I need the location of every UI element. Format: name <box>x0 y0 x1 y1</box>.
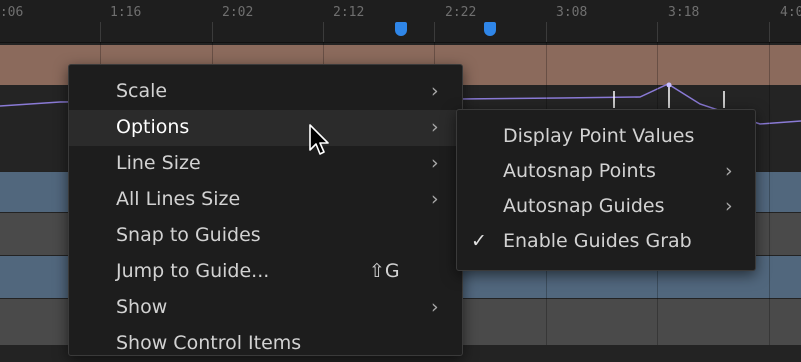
grid-line <box>769 42 770 345</box>
menu-item-snap-to-guides[interactable]: Snap to Guides <box>69 218 462 254</box>
chevron-right-icon: › <box>431 188 439 210</box>
submenu-item-autosnap-guides[interactable]: Autosnap Guides › <box>457 190 755 226</box>
chevron-right-icon: › <box>431 296 439 318</box>
menu-item-line-size[interactable]: Line Size › <box>69 146 462 182</box>
submenu-item-label: Autosnap Guides <box>503 195 665 217</box>
submenu-item-enable-guides-grab[interactable]: ✓ Enable Guides Grab <box>457 225 755 261</box>
mouse-pointer-icon <box>309 124 329 155</box>
checkmark-icon: ✓ <box>471 230 487 252</box>
menu-item-options[interactable]: Options › <box>69 110 462 146</box>
chevron-right-icon: › <box>431 116 439 138</box>
menu-item-show-control-items[interactable]: Show Control Items <box>69 326 462 362</box>
keyboard-shortcut: ⇧G <box>369 260 400 282</box>
menu-item-jump-to-guide[interactable]: Jump to Guide... ⇧G <box>69 254 462 290</box>
chevron-right-icon: › <box>431 80 439 102</box>
spline-keyframe-point <box>666 82 672 88</box>
menu-item-label: Snap to Guides <box>116 224 261 246</box>
options-submenu: Display Point Values Autosnap Points › A… <box>456 109 756 271</box>
menu-item-label: Show Control Items <box>116 332 302 354</box>
menu-item-label: Options <box>116 116 190 138</box>
chevron-right-icon: › <box>725 160 733 182</box>
menu-item-all-lines-size[interactable]: All Lines Size › <box>69 182 462 218</box>
submenu-item-label: Display Point Values <box>503 125 695 147</box>
chevron-right-icon: › <box>725 195 733 217</box>
menu-item-label: All Lines Size <box>116 188 241 210</box>
submenu-item-display-point-values[interactable]: Display Point Values <box>457 120 755 156</box>
submenu-item-label: Autosnap Points <box>503 160 656 182</box>
menu-item-scale[interactable]: Scale › <box>69 74 462 110</box>
menu-item-label: Jump to Guide... <box>116 260 270 282</box>
submenu-item-autosnap-points[interactable]: Autosnap Points › <box>457 155 755 191</box>
menu-item-label: Line Size <box>116 152 201 174</box>
menu-item-label: Scale <box>116 80 168 102</box>
submenu-item-label: Enable Guides Grab <box>503 230 692 252</box>
chevron-right-icon: › <box>431 152 439 174</box>
context-menu: Scale › Options › Line Size › All Lines … <box>68 64 463 356</box>
menu-item-label: Show <box>116 296 168 318</box>
menu-item-show[interactable]: Show › <box>69 290 462 326</box>
